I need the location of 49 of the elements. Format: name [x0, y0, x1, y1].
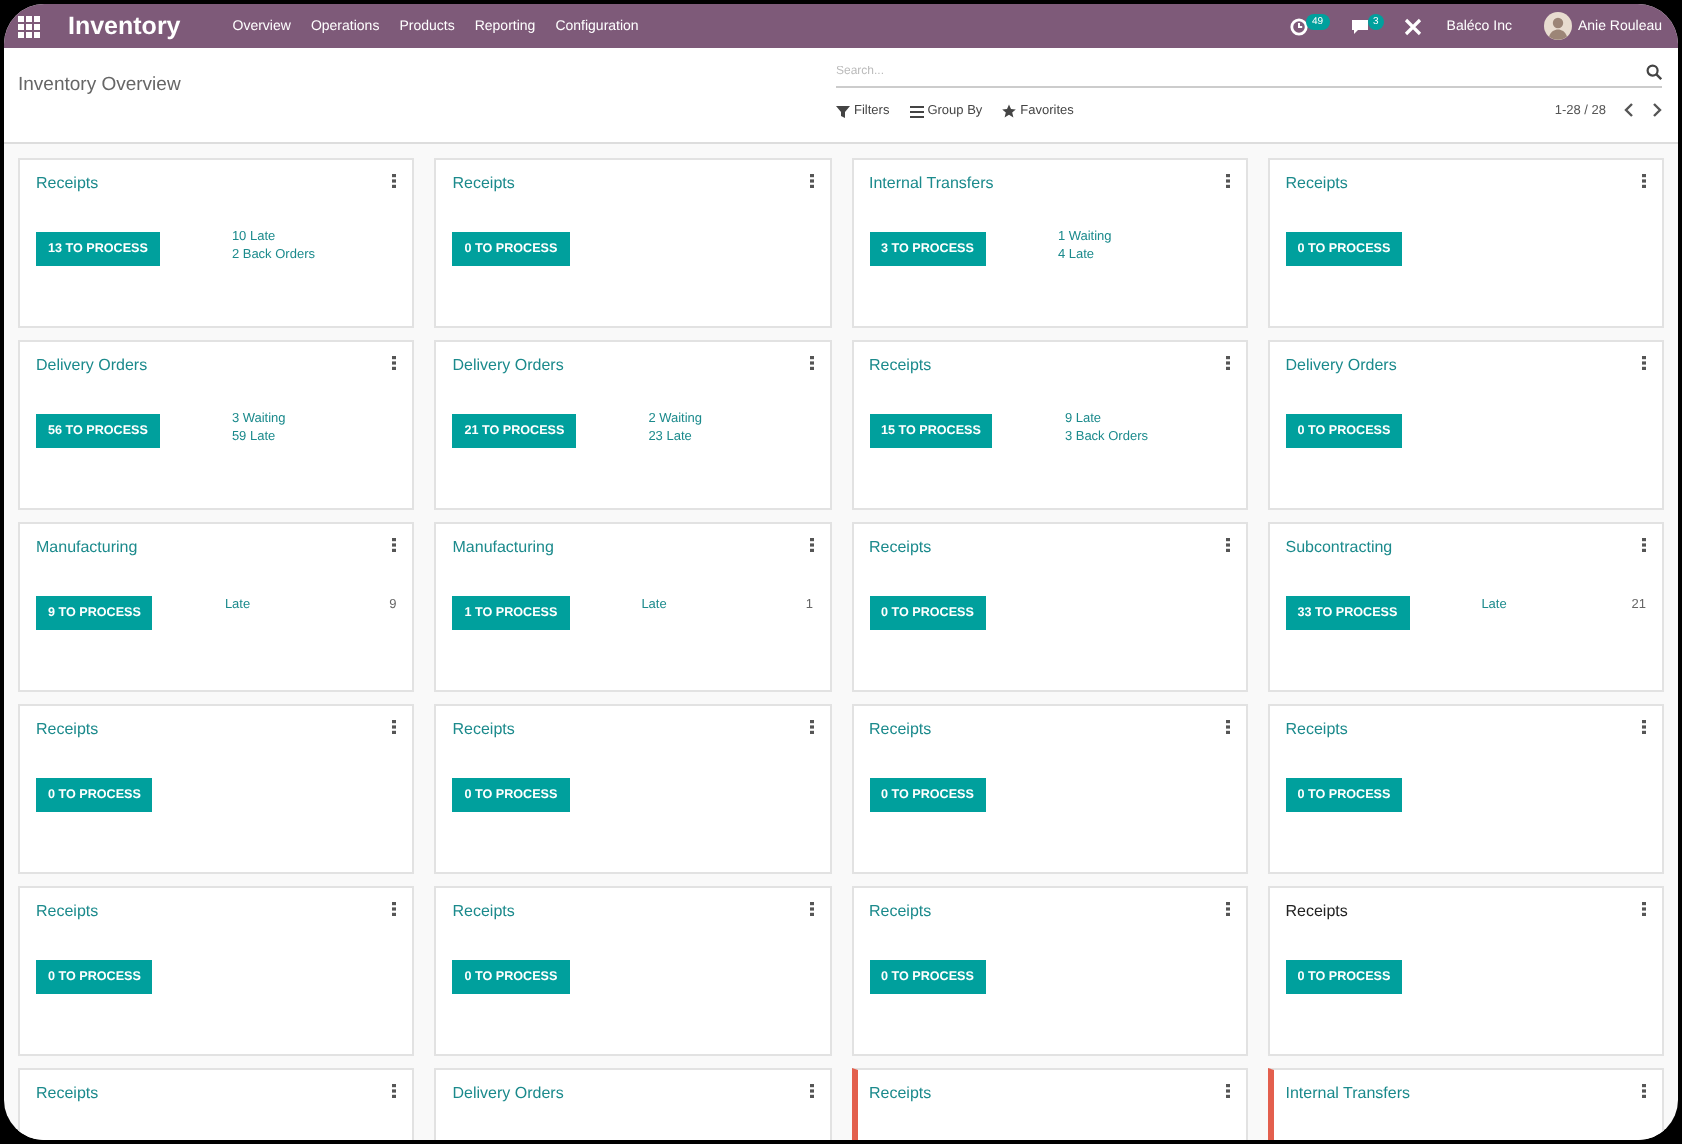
- card-title[interactable]: Receipts: [452, 898, 515, 920]
- card-title[interactable]: Delivery Orders: [452, 352, 564, 374]
- card-title[interactable]: Receipts: [869, 716, 932, 738]
- card-title[interactable]: Receipts: [1285, 716, 1348, 738]
- chevron-right-icon[interactable]: [1652, 102, 1662, 118]
- card-title[interactable]: Receipts: [869, 898, 932, 920]
- avatar-icon[interactable]: [1543, 12, 1572, 40]
- tools-icon[interactable]: [1404, 17, 1423, 35]
- card-title[interactable]: Receipts: [36, 170, 99, 192]
- card-title[interactable]: Receipts: [869, 534, 932, 556]
- kebab-menu-icon[interactable]: [1225, 174, 1230, 188]
- search-icon: [1646, 64, 1662, 80]
- card-title[interactable]: Receipts: [1285, 898, 1348, 920]
- star-icon: [1002, 103, 1017, 117]
- kebab-menu-icon[interactable]: [1225, 538, 1230, 552]
- kebab-menu-icon[interactable]: [392, 1084, 397, 1098]
- kebab-menu-icon[interactable]: [392, 720, 397, 734]
- card-title[interactable]: Receipts: [869, 1080, 932, 1102]
- card-title[interactable]: Internal Transfers: [869, 170, 994, 192]
- card-title[interactable]: Subcontracting: [1285, 534, 1393, 556]
- page-title: Inventory Overview: [18, 74, 181, 96]
- card-title[interactable]: Receipts: [452, 170, 515, 192]
- clock-icon[interactable]: [1289, 17, 1308, 35]
- list-icon: [909, 103, 924, 117]
- kebab-menu-icon[interactable]: [392, 902, 397, 916]
- kebab-menu-icon[interactable]: [392, 174, 397, 188]
- kebab-menu-icon[interactable]: [1225, 902, 1230, 916]
- card-title[interactable]: Receipts: [36, 1080, 99, 1102]
- chat-icon[interactable]: [1349, 17, 1369, 35]
- card-title[interactable]: Internal Transfers: [1285, 1080, 1410, 1102]
- card-title[interactable]: Receipts: [869, 352, 932, 374]
- kebab-menu-icon[interactable]: [1225, 356, 1230, 370]
- card-title[interactable]: Delivery Orders: [452, 1080, 564, 1102]
- card-title[interactable]: Receipts: [1285, 170, 1348, 192]
- card-title[interactable]: Delivery Orders: [36, 352, 148, 374]
- kebab-menu-icon[interactable]: [392, 538, 397, 552]
- card-title[interactable]: Receipts: [452, 716, 515, 738]
- card-title[interactable]: Delivery Orders: [1285, 352, 1397, 374]
- kebab-menu-icon[interactable]: [1225, 720, 1230, 734]
- apps-menu-icon[interactable]: [18, 15, 40, 37]
- filter-icon: [836, 103, 850, 117]
- chevron-left-icon[interactable]: [1624, 102, 1634, 118]
- kebab-menu-icon[interactable]: [392, 356, 397, 370]
- app-name: Inventory: [68, 12, 181, 40]
- card-title[interactable]: Manufacturing: [36, 534, 138, 556]
- card-title[interactable]: Manufacturing: [452, 534, 554, 556]
- kebab-menu-icon[interactable]: [1225, 1084, 1230, 1098]
- card-title[interactable]: Receipts: [36, 898, 99, 920]
- card-title[interactable]: Receipts: [36, 716, 99, 738]
